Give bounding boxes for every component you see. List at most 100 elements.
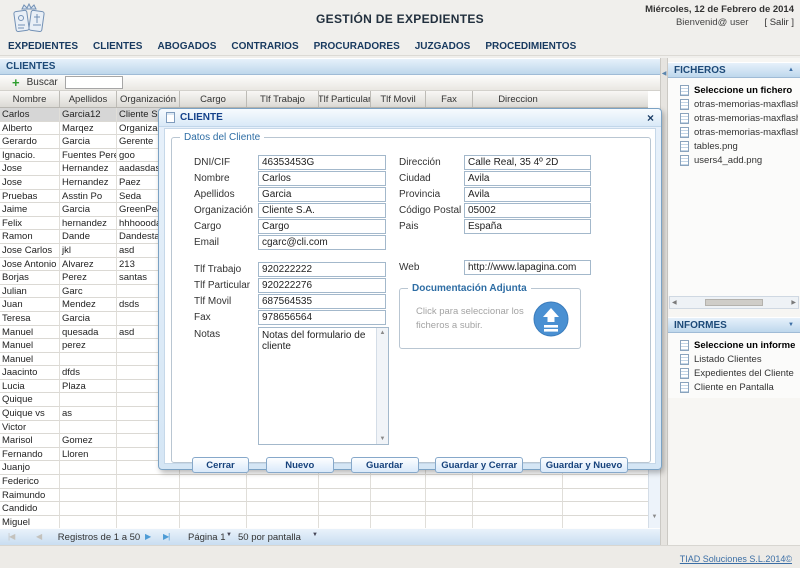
- fichero-item[interactable]: otras-memorias-maxflash-sd-hc: [680, 125, 798, 139]
- field-ciudad: Ciudad: [399, 171, 591, 186]
- dialog-button[interactable]: Guardar: [350, 457, 419, 473]
- ficheros-collapse-icon[interactable]: ▲: [788, 67, 794, 73]
- dialog-titlebar[interactable]: CLIENTE ×: [159, 109, 661, 127]
- column-header[interactable]: Direccion: [473, 91, 563, 107]
- menu-item[interactable]: JUZGADOS: [415, 41, 471, 52]
- vendor-link[interactable]: TIAD Soluciones S.L.2014©: [680, 554, 792, 564]
- upload-icon[interactable]: [532, 300, 570, 338]
- notas-scroll-up-icon[interactable]: ▲: [377, 330, 388, 336]
- column-header[interactable]: Tlf Trabajo: [247, 91, 319, 107]
- dialog-button[interactable]: Guardar y Nuevo: [540, 457, 628, 473]
- page-caret-icon[interactable]: ▼: [226, 532, 232, 538]
- scroll-down-icon[interactable]: ▼: [649, 514, 660, 520]
- ficheros-title: FICHEROS: [674, 64, 726, 76]
- table-row[interactable]: Raimundo: [0, 488, 648, 503]
- organizacion-label: Organización: [194, 205, 253, 216]
- cliente-dialog: CLIENTE × Datos del Cliente DNI/CIF Nomb…: [158, 108, 662, 473]
- cell-fax: [426, 502, 473, 516]
- direccion-input[interactable]: [464, 155, 591, 170]
- add-client-icon[interactable]: +: [12, 76, 20, 89]
- report-icon: [680, 339, 689, 351]
- close-icon[interactable]: ×: [647, 112, 654, 124]
- tlf-trabajo-input[interactable]: [258, 262, 386, 277]
- informe-item[interactable]: Expedientes del Cliente: [680, 366, 798, 380]
- menu-item[interactable]: CONTRARIOS: [231, 41, 298, 52]
- column-header[interactable]: Organización: [117, 91, 180, 107]
- cell-tlf-movil: [371, 488, 426, 503]
- page-selector[interactable]: Página 1: [188, 532, 226, 543]
- cell-nombre: Pruebas: [0, 189, 60, 204]
- column-header[interactable]: Cargo: [180, 91, 247, 107]
- fichero-item[interactable]: otras-memorias-maxflash-sd-hc: [680, 97, 798, 111]
- column-header[interactable]: Tlf Movil: [371, 91, 426, 107]
- last-page-icon[interactable]: ▶|: [163, 532, 170, 541]
- ficheros-panel-header[interactable]: FICHEROS ▲: [668, 62, 800, 78]
- fax-input[interactable]: [258, 310, 386, 325]
- informe-item[interactable]: Seleccione un informe: [680, 338, 798, 352]
- cell-nombre: Federico: [0, 475, 60, 489]
- tlf-particular-input[interactable]: [258, 278, 386, 293]
- informe-item[interactable]: Cliente en Pantalla: [680, 380, 798, 394]
- informes-expand-icon[interactable]: ▼: [788, 322, 794, 328]
- menu-item[interactable]: PROCURADORES: [314, 41, 400, 52]
- menu-item[interactable]: EXPEDIENTES: [8, 41, 78, 52]
- cargo-input[interactable]: [258, 219, 386, 234]
- fichero-item[interactable]: users4_add.png: [680, 153, 798, 167]
- field-codigo-postal: Código Postal: [399, 203, 591, 218]
- notas-scrollbar[interactable]: ▲ ▼: [376, 328, 388, 444]
- web-input[interactable]: [464, 260, 591, 275]
- scroll-left-icon[interactable]: ◀: [672, 299, 677, 306]
- dialog-button[interactable]: Nuevo: [265, 457, 334, 473]
- organizacion-input[interactable]: [258, 203, 386, 218]
- dialog-button[interactable]: Guardar y Cerrar: [435, 457, 524, 473]
- scroll-right-icon[interactable]: ▶: [791, 299, 796, 306]
- dni-input[interactable]: [258, 155, 386, 170]
- pais-input[interactable]: [464, 219, 591, 234]
- ciudad-input[interactable]: [464, 171, 591, 186]
- informes-panel-header[interactable]: INFORMES ▼: [668, 317, 800, 333]
- fax-label: Fax: [194, 312, 211, 323]
- tlf-movil-input[interactable]: [258, 294, 386, 309]
- first-page-icon[interactable]: |◀: [8, 532, 15, 541]
- table-row[interactable]: Candido: [0, 502, 648, 516]
- cell-apellidos: Garcia: [60, 311, 117, 326]
- upload-hint[interactable]: Click para seleccionar los ficheros a su…: [416, 305, 524, 334]
- notas-scroll-down-icon[interactable]: ▼: [377, 436, 388, 442]
- notas-textarea[interactable]: Notas del formulario de cliente: [259, 328, 376, 444]
- menu-item[interactable]: CLIENTES: [93, 41, 142, 52]
- next-page-icon[interactable]: ▶: [145, 532, 151, 541]
- prev-page-icon[interactable]: ◀: [36, 532, 42, 541]
- per-page-caret-icon[interactable]: ▼: [312, 532, 318, 538]
- email-input[interactable]: [258, 235, 386, 250]
- cell-organizacion: [117, 488, 180, 503]
- column-header[interactable]: Tlf Particular: [319, 91, 371, 107]
- ficheros-horizontal-scrollbar[interactable]: ◀ ▶: [669, 296, 799, 309]
- column-header[interactable]: Fax: [426, 91, 473, 107]
- dialog-button[interactable]: Cerrar: [192, 457, 249, 473]
- column-header[interactable]: Nombre: [0, 91, 60, 107]
- cell-tlf-trabajo: [247, 488, 319, 503]
- cell-apellidos: [60, 352, 117, 367]
- fichero-item[interactable]: Seleccione un fichero: [680, 83, 798, 97]
- per-page-selector[interactable]: 50 por pantalla: [238, 532, 301, 543]
- table-row[interactable]: Federico: [0, 475, 648, 489]
- collapse-sidebar-icon[interactable]: ◀: [661, 70, 667, 77]
- informe-item[interactable]: Listado Clientes: [680, 352, 798, 366]
- field-fax: Fax: [194, 310, 386, 325]
- fichero-item[interactable]: tables.png: [680, 139, 798, 153]
- search-input[interactable]: [64, 76, 123, 89]
- logout-link[interactable]: [ Salir ]: [764, 17, 794, 28]
- menu-item[interactable]: PROCEDIMIENTOS: [485, 41, 576, 52]
- clients-panel-header: CLIENTES: [0, 59, 660, 75]
- cell-apellidos: Plaza: [60, 379, 117, 394]
- menu-item[interactable]: ABOGADOS: [157, 41, 216, 52]
- apellidos-input[interactable]: [258, 187, 386, 202]
- nombre-input[interactable]: [258, 171, 386, 186]
- upload-dropzone[interactable]: Click para seleccionar los ficheros a su…: [400, 294, 580, 338]
- table-row[interactable]: Miguel: [0, 515, 648, 528]
- codigo-postal-input[interactable]: [464, 203, 591, 218]
- column-header[interactable]: Apellidos: [60, 91, 117, 107]
- fichero-item[interactable]: otras-memorias-maxflash-sd-hc: [680, 111, 798, 125]
- hscroll-thumb[interactable]: [705, 299, 763, 306]
- provincia-input[interactable]: [464, 187, 591, 202]
